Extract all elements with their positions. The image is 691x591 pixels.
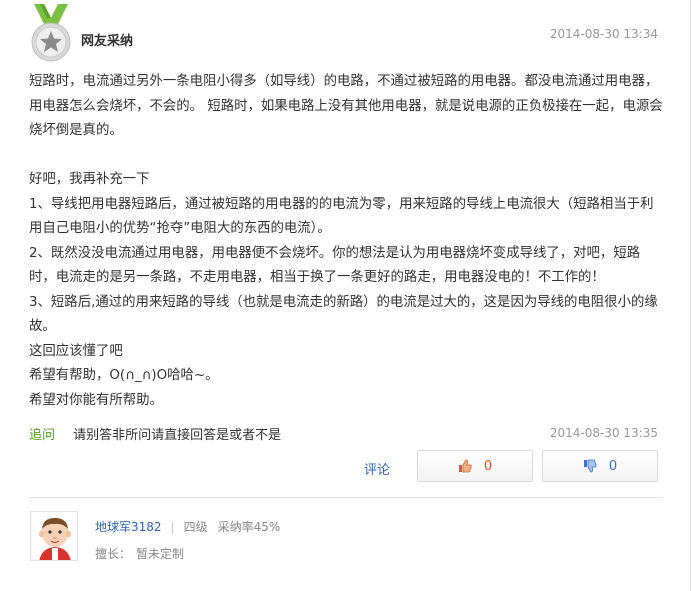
downvote-count: 0 [608,458,618,474]
followup-tag: 追问 [29,428,56,443]
answer-paragraph [29,144,663,169]
answer-paragraph: 短路时，电流通过另外一条电阻小得多（如导线）的电路，不通过被短路的用电器。都没电… [29,74,663,138]
comment-link[interactable]: 评论 [364,459,390,478]
answer-paragraph: 1、导线把用电器短路后，通过被短路的用电器的的电流为零，用来短路的导线上电流很大… [29,196,654,237]
skill-value: 暂未定制 [136,547,185,561]
answer-paragraph: 2、既然没没电流通过用电器，用电器便不会烧坏。你的想法是认为用电器烧坏变成导线了… [29,245,641,286]
downvote-button[interactable]: 0 [542,450,658,482]
answer-timestamp: 2014-08-30 13:34 [549,27,658,41]
answer-paragraph: 3、短路后,通过的用来短路的导线（也就是电流走的新路）的电流是过大的，这是因为导… [29,294,658,335]
answerer-level: 四级 [183,520,208,534]
thumbs-up-icon [458,459,472,473]
adopted-label: 网友采纳 [81,34,134,49]
upvote-count: 0 [483,458,493,474]
followup-text: 请别答非所问请直接回答是或者不是 [73,428,282,443]
followup-question: 追问 请别答非所问请直接回答是或者不是 [29,424,281,443]
answerer-adoption-rate: 采纳率45% [217,520,281,534]
answerer-name-link[interactable]: 地球军3182 [95,520,162,534]
answerer-skill: 擅长： 暂未定制 [95,545,184,562]
answer-body: 短路时，电流通过另外一条电阻小得多（如导线）的电路，不通过被短路的用电器。都没电… [29,70,663,413]
answer-paragraph: 希望有帮助，O(∩_∩)O哈哈~。 [29,368,219,383]
answer-card: 网友采纳 2014-08-30 13:34 短路时，电流通过另外一条电阻小得多（… [0,0,691,591]
upvote-button[interactable]: 0 [417,450,533,482]
medal-star-icon [30,4,72,64]
followup-timestamp: 2014-08-30 13:35 [549,426,658,440]
answer-paragraph: 希望对你能有所帮助。 [29,392,163,408]
thumbs-down-icon [583,459,597,473]
divider [29,497,663,498]
answer-paragraph: 这回应该懂了吧 [29,343,123,359]
skill-label: 擅长： [95,547,132,561]
answerer-info: 地球军3182 | 四级 采纳率45% [95,520,281,534]
cartoon-avatar-icon[interactable] [30,511,78,561]
answer-paragraph: 好吧，我再补充一下 [29,172,150,187]
